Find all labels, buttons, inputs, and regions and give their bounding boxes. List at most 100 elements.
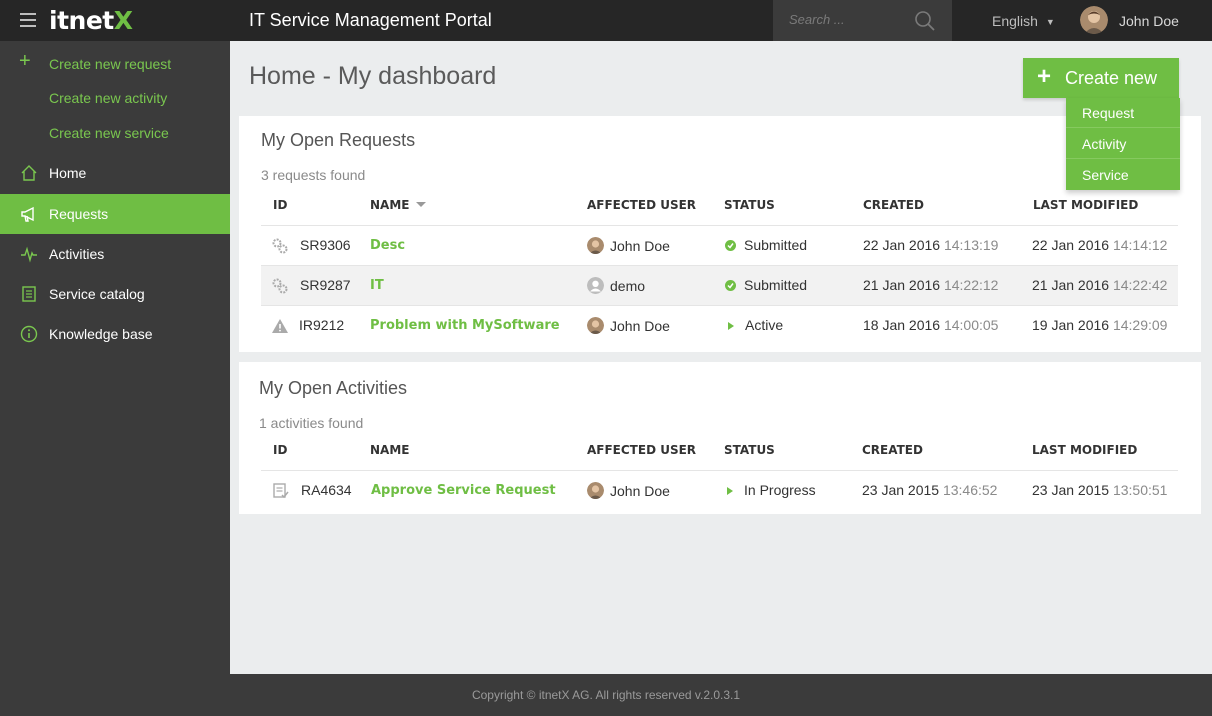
row-name-link[interactable]: Problem with MySoftware <box>370 318 560 333</box>
sort-desc-icon <box>416 202 427 207</box>
home-icon <box>21 165 37 181</box>
row-affected-user: John Doe <box>587 317 670 334</box>
user-name: demo <box>610 278 646 294</box>
page-title: Home - My dashboard <box>249 62 497 90</box>
open-activities-panel: My Open Activities 1 activities found ID… <box>239 362 1201 514</box>
sidebar-create-label: Create new service <box>49 125 169 141</box>
approval-document-icon <box>273 483 289 499</box>
sidebar-create-label: Create new activity <box>49 90 168 106</box>
column-header-affected-user[interactable]: AFFECTED USER <box>587 198 696 212</box>
column-header-label: NAME <box>370 198 410 212</box>
menu-item-service[interactable]: Service <box>1066 160 1180 190</box>
table-row[interactable]: SR9306 Desc John Doe Submitted 22 Jan 20… <box>261 225 1178 265</box>
user-avatar[interactable] <box>1080 6 1108 34</box>
menu-item-label: Service <box>1082 167 1129 183</box>
sidebar-create-request[interactable]: + Create new request <box>0 45 230 79</box>
warning-icon <box>272 319 288 333</box>
sidebar-item-label: Service catalog <box>49 286 145 302</box>
column-header-affected-user[interactable]: AFFECTED USER <box>587 443 696 457</box>
modified-date: 22 Jan 2016 <box>1032 237 1110 253</box>
sidebar-item-label: Home <box>49 165 87 181</box>
create-new-menu: Request Activity Service <box>1066 98 1180 190</box>
sidebar-item-knowledge-base[interactable]: Knowledge base <box>0 314 230 354</box>
status-label: Submitted <box>744 237 808 253</box>
info-icon <box>20 325 38 343</box>
caret-down-icon: ▼ <box>1045 17 1055 27</box>
created-date: 22 Jan 2016 <box>863 237 941 253</box>
column-header-last-modified[interactable]: LAST MODIFIED <box>1033 198 1138 212</box>
status-label: Active <box>745 317 784 333</box>
megaphone-icon <box>21 206 34 222</box>
modified-time: 14:29:09 <box>1112 317 1168 333</box>
sidebar-create-activity[interactable]: Create new activity <box>0 79 230 113</box>
sidebar-item-service-catalog[interactable]: Service catalog <box>0 274 230 314</box>
hamburger-menu-icon[interactable] <box>20 13 36 27</box>
modified-date: 23 Jan 2015 <box>1032 482 1110 498</box>
row-name-link[interactable]: Desc <box>370 238 405 253</box>
modified-date: 21 Jan 2016 <box>1032 277 1110 293</box>
row-last-modified: 22 Jan 2016 14:14:12 <box>1032 237 1167 253</box>
row-last-modified: 21 Jan 2016 14:22:42 <box>1032 277 1167 293</box>
modified-date: 19 Jan 2016 <box>1032 317 1110 333</box>
column-header-name[interactable]: NAME <box>370 443 409 457</box>
sidebar-item-activities[interactable]: Activities <box>0 234 230 274</box>
row-last-modified: 23 Jan 2015 13:50:51 <box>1032 482 1167 498</box>
panel-title: My Open Requests <box>261 130 416 150</box>
column-header-last-modified[interactable]: LAST MODIFIED <box>1032 443 1137 457</box>
created-time: 14:00:05 <box>943 317 999 333</box>
row-affected-user: John Doe <box>587 482 670 499</box>
plus-icon: + <box>19 50 31 72</box>
check-circle-icon <box>725 280 736 291</box>
sidebar-item-requests[interactable]: Requests <box>0 194 230 234</box>
column-header-id[interactable]: ID <box>273 198 287 212</box>
sidebar-create-label: Create new request <box>49 56 172 72</box>
top-bar: itnetX IT Service Management Portal Engl… <box>0 0 1212 41</box>
table-row[interactable]: RA4634 Approve Service Request John Doe … <box>261 470 1178 510</box>
row-created: 22 Jan 2016 14:13:19 <box>863 237 998 253</box>
row-created: 23 Jan 2015 13:46:52 <box>862 482 997 498</box>
language-label: English <box>992 13 1038 29</box>
row-status: Active <box>725 317 783 333</box>
row-status: Submitted <box>725 277 807 293</box>
row-name-link[interactable]: Approve Service Request <box>371 483 556 498</box>
column-header-status[interactable]: STATUS <box>724 443 775 457</box>
row-status: In Progress <box>724 482 816 498</box>
created-time: 14:13:19 <box>943 237 999 253</box>
sidebar-item-home[interactable]: Home <box>0 153 230 193</box>
column-header-name[interactable]: NAME <box>370 198 427 212</box>
sidebar-item-label: Knowledge base <box>49 326 153 342</box>
user-name[interactable]: John Doe <box>1119 13 1179 29</box>
modified-time: 14:22:42 <box>1112 277 1168 293</box>
menu-item-activity[interactable]: Activity <box>1066 129 1180 159</box>
modified-time: 14:14:12 <box>1112 237 1168 253</box>
table-row[interactable]: SR9287 IT demo Submitted 21 Jan 2016 14:… <box>261 265 1178 305</box>
search-input[interactable] <box>789 12 909 27</box>
open-requests-panel: My Open Requests 3 requests found ID NAM… <box>239 116 1201 352</box>
copyright-text: Copyright © itnetX AG. All rights reserv… <box>471 688 741 702</box>
sidebar: + Create new request Create new activity… <box>0 41 230 674</box>
user-name: John Doe <box>610 238 670 254</box>
pulse-icon <box>21 246 37 263</box>
row-status: Submitted <box>725 237 807 253</box>
menu-item-label: Request <box>1082 105 1135 121</box>
logo[interactable]: itnetX <box>49 6 133 35</box>
menu-item-request[interactable]: Request <box>1066 98 1180 128</box>
search-box[interactable] <box>773 0 952 41</box>
column-header-status[interactable]: STATUS <box>724 198 775 212</box>
row-id: IR9212 <box>299 317 345 333</box>
search-icon[interactable] <box>914 10 936 32</box>
language-selector[interactable]: English ▼ <box>992 13 1055 29</box>
logo-accent: X <box>113 6 133 35</box>
column-header-id[interactable]: ID <box>273 443 287 457</box>
sidebar-create-service[interactable]: Create new service <box>0 114 230 148</box>
column-header-created[interactable]: CREATED <box>863 198 924 212</box>
row-name-link[interactable]: IT <box>370 278 384 293</box>
create-new-button[interactable]: + Create new <box>1023 58 1179 98</box>
column-header-created[interactable]: CREATED <box>862 443 923 457</box>
create-new-label: Create new <box>1065 68 1158 88</box>
results-count: 3 requests found <box>261 167 366 183</box>
modified-time: 13:50:51 <box>1112 482 1168 498</box>
created-date: 21 Jan 2016 <box>863 277 941 293</box>
gears-icon <box>272 238 288 254</box>
table-row[interactable]: IR9212 Problem with MySoftware John Doe … <box>261 305 1178 345</box>
